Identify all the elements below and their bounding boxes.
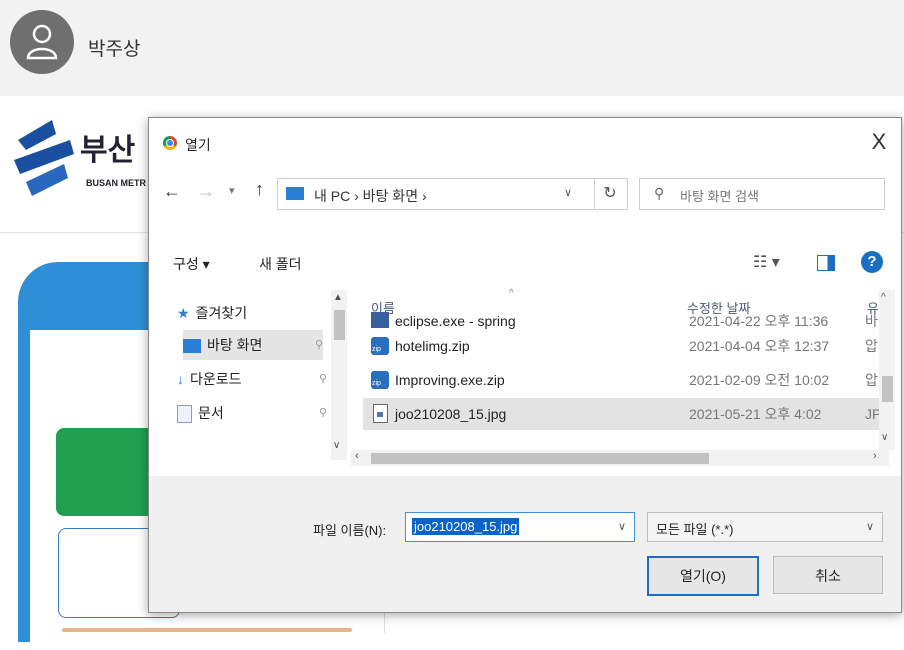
- sidebar-item-downloads[interactable]: ↓ 다운로드 ⚲: [177, 364, 327, 394]
- horizontal-scrollbar-thumb[interactable]: [371, 453, 709, 464]
- nav-scrollbar-thumb[interactable]: [334, 310, 345, 340]
- address-path: 내 PC › 바탕 화면 ›: [314, 188, 427, 204]
- back-arrow-icon[interactable]: ←: [163, 181, 181, 202]
- vertical-scrollbar-thumb[interactable]: [882, 376, 893, 402]
- preview-pane-icon[interactable]: [817, 255, 835, 271]
- star-icon: ★: [177, 305, 190, 321]
- new-folder-button[interactable]: 새 폴더: [259, 254, 302, 274]
- avatar[interactable]: [10, 10, 74, 74]
- filename-field[interactable]: joo210208_15.jpg ∨: [405, 512, 635, 542]
- zip-file-icon: [371, 337, 389, 355]
- sidebar-item-favorites[interactable]: ★ 즐겨찾기: [177, 298, 327, 328]
- pin-icon: ⚲: [318, 373, 327, 385]
- document-icon: [177, 405, 192, 424]
- shortcut-icon: [371, 312, 389, 328]
- dialog-footer: 파일 이름(N): joo210208_15.jpg ∨ 모든 파일 (*.*)…: [149, 476, 901, 612]
- file-list: 이름 ^ 수정한 날짜 유 eclipse.exe - spring 2021-…: [351, 288, 895, 468]
- sidebar-item-label: 즐겨찾기: [195, 305, 248, 321]
- cancel-button[interactable]: 취소: [773, 556, 883, 594]
- chevron-down-icon: ∨: [865, 521, 874, 533]
- forward-arrow-icon[interactable]: →: [197, 181, 215, 202]
- sidebar-item-documents[interactable]: 문서 ⚲: [177, 398, 327, 428]
- file-list-vertical-scrollbar[interactable]: [879, 290, 895, 450]
- filetype-value: 모든 파일 (*.*): [656, 522, 734, 537]
- close-button[interactable]: X: [865, 128, 893, 156]
- download-icon: ↓: [177, 371, 184, 387]
- file-date: 2021-02-09 오전 10:02: [689, 372, 830, 388]
- list-item-selected[interactable]: joo210208_15.jpg 2021-05-21 오후 4:02 JP: [363, 398, 881, 430]
- sidebar-item-desktop[interactable]: 바탕 화면 ⚲: [183, 330, 323, 360]
- scroll-down-icon[interactable]: ∨: [881, 432, 888, 443]
- sort-up-icon: ^: [509, 288, 514, 299]
- bg-orange-bar: [62, 628, 352, 632]
- image-file-icon: [373, 404, 388, 423]
- list-item[interactable]: hotelimg.zip 2021-04-04 오후 12:37 압: [363, 330, 879, 362]
- search-input[interactable]: ⚲ 바탕 화면 검색: [639, 178, 885, 210]
- address-bar[interactable]: 내 PC › 바탕 화면 › ∨: [277, 178, 595, 210]
- filetype-select[interactable]: 모든 파일 (*.*) ∨: [647, 512, 883, 542]
- history-dropdown-icon[interactable]: ▾: [229, 184, 235, 197]
- search-icon: ⚲: [654, 185, 665, 201]
- dialog-title-bar: 열기 X: [149, 118, 901, 166]
- organize-menu[interactable]: 구성 ▾: [173, 254, 210, 274]
- bg-logo-subtitle: BUSAN METR: [86, 178, 146, 188]
- desktop-folder-icon: [183, 339, 201, 354]
- busan-metro-logo-icon: [14, 120, 74, 196]
- pin-icon: ⚲: [318, 407, 327, 419]
- open-file-dialog: 열기 X ← → ▾ ↑ 내 PC › 바탕 화면 › ∨ ↻ ⚲ 바탕 화면 …: [148, 117, 902, 613]
- scroll-up-icon[interactable]: ^: [881, 292, 886, 303]
- toolbar: 구성 ▾ 새 폴더 ☷ ▾ ?: [149, 246, 901, 280]
- chevron-down-icon[interactable]: ∨: [618, 520, 626, 533]
- sidebar-item-label: 바탕 화면: [207, 337, 263, 353]
- dialog-title: 열기: [185, 137, 211, 153]
- scroll-left-icon[interactable]: ‹: [355, 450, 359, 462]
- view-options-button[interactable]: ☷ ▾: [753, 252, 780, 272]
- help-icon[interactable]: ?: [861, 251, 883, 273]
- file-name: hotelimg.zip: [395, 338, 470, 354]
- bg-logo-text: 부산: [80, 134, 136, 167]
- file-type: 압: [865, 372, 878, 388]
- filename-label: 파일 이름(N):: [313, 523, 387, 538]
- scroll-up-icon[interactable]: ▲: [333, 292, 343, 303]
- open-button[interactable]: 열기(O): [647, 556, 759, 596]
- scroll-right-icon[interactable]: ›: [873, 450, 877, 462]
- file-name: Improving.exe.zip: [395, 372, 505, 388]
- file-date: 2021-04-04 오후 12:37: [689, 338, 830, 354]
- folder-icon: [286, 187, 304, 200]
- top-bar: 박주상: [0, 0, 904, 96]
- user-icon: [26, 24, 58, 60]
- pin-icon: ⚲: [314, 339, 323, 351]
- scroll-down-icon[interactable]: ∨: [333, 440, 340, 451]
- sidebar-item-label: 문서: [198, 405, 224, 421]
- sidebar-item-label: 다운로드: [190, 371, 242, 387]
- file-name: joo210208_15.jpg: [395, 406, 507, 422]
- filename-value: joo210208_15.jpg: [412, 518, 520, 535]
- up-arrow-icon[interactable]: ↑: [255, 179, 264, 200]
- search-placeholder: 바탕 화면 검색: [680, 189, 759, 204]
- username: 박주상: [88, 39, 141, 60]
- file-date: 2021-05-21 오후 4:02: [689, 406, 822, 422]
- list-item[interactable]: Improving.exe.zip 2021-02-09 오전 10:02 압: [363, 364, 879, 396]
- chevron-down-icon[interactable]: ∨: [564, 186, 572, 199]
- zip-file-icon: [371, 371, 389, 389]
- navigation-bar: ← → ▾ ↑ 내 PC › 바탕 화면 › ∨ ↻ ⚲ 바탕 화면 검색: [149, 174, 901, 214]
- file-type: 압: [865, 338, 878, 354]
- chrome-icon: [163, 136, 177, 150]
- refresh-button[interactable]: ↻: [593, 178, 628, 210]
- navigation-pane: ★ 즐겨찾기 바탕 화면 ⚲ ↓ 다운로드 ⚲ 문서 ⚲ ▲ ∨: [159, 290, 347, 462]
